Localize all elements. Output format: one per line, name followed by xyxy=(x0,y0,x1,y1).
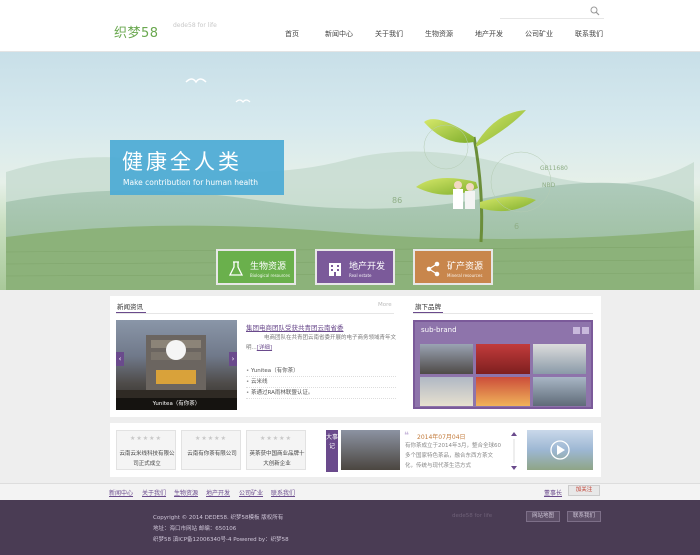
brand-section-title: 旗下品牌 xyxy=(415,303,441,311)
banner-subtitle: Make contribution for human health xyxy=(123,178,258,187)
sitemap-button[interactable]: 网站地图 xyxy=(526,511,561,522)
news-detail-link[interactable]: [详细] xyxy=(257,345,272,351)
brand-tile[interactable] xyxy=(532,376,586,406)
news-more-link[interactable]: More xyxy=(378,302,392,308)
contact-button[interactable]: 联系我们 xyxy=(567,511,602,522)
nav-realestate[interactable]: 地产开发 xyxy=(464,29,514,39)
nav-about[interactable]: 关于我们 xyxy=(364,29,414,39)
category-bio-sub: Biological resources xyxy=(250,273,290,278)
news-divider xyxy=(116,313,394,314)
building-photo xyxy=(116,335,237,410)
brand-box-title: sub-brand xyxy=(421,326,457,334)
category-mineral-button[interactable]: 矿产资源 Mineral resources xyxy=(413,249,493,285)
category-realestate-label: 地产开发 xyxy=(349,262,386,272)
search-icon[interactable] xyxy=(590,6,600,16)
site-logo[interactable]: 织梦58 xyxy=(114,22,159,41)
brand-tile[interactable] xyxy=(532,344,586,374)
category-bio-label: 生物资源 xyxy=(250,262,287,272)
event-scroll-control[interactable] xyxy=(511,431,517,471)
footer-icp: 织梦58 滇ICP备12006340号-4 Powered by：织梦58 xyxy=(153,537,289,543)
footer-link-news[interactable]: 新闻中心 xyxy=(109,488,133,497)
news-photo[interactable] xyxy=(116,320,237,410)
quote-icon: ❝ xyxy=(404,431,409,441)
banner-label-6: 6 xyxy=(514,222,520,231)
nav-mining[interactable]: 公司矿业 xyxy=(514,29,564,39)
event-thumbnail[interactable] xyxy=(527,430,593,470)
partner-card[interactable]: ★★★★★ 云南云米线科技有限公司正式成立 xyxy=(116,430,176,470)
events-tag: 大事记 xyxy=(326,430,338,472)
brand-carousel: sub-brand xyxy=(413,320,593,409)
event-photo[interactable] xyxy=(341,430,400,470)
nav-bio[interactable]: 生物资源 xyxy=(414,29,464,39)
flask-icon xyxy=(228,261,244,276)
brand-prev-button[interactable] xyxy=(573,327,580,334)
rating-stars: ★★★★★ xyxy=(260,435,292,442)
nav-contact[interactable]: 联系我们 xyxy=(564,29,614,39)
nav-home[interactable]: 首页 xyxy=(270,29,314,39)
chairman-link[interactable]: 董事长 xyxy=(544,488,562,497)
brand-grid xyxy=(420,344,586,406)
footer-link-realestate[interactable]: 地产开发 xyxy=(206,488,230,497)
brand-tile[interactable] xyxy=(476,344,530,374)
news-list-item[interactable]: 茶通过RA雨林联盟认证。 xyxy=(246,388,396,399)
photo-prev-button[interactable]: ‹ xyxy=(116,352,124,366)
brand-tile[interactable] xyxy=(420,344,474,374)
banner-label-86: 86 xyxy=(392,196,403,205)
news-summary: 电商团队在共青团云南省委开展的电子商务领域青年文明...[详细] xyxy=(246,333,396,353)
logo-tagline: dede58 for life xyxy=(173,22,217,29)
site-header: 织梦58 dede58 for life 首页 新闻中心 关于我们 生物资源 地… xyxy=(0,0,700,52)
building-icon xyxy=(329,263,341,276)
nav-news[interactable]: 新闻中心 xyxy=(314,29,364,39)
photo-next-button[interactable]: › xyxy=(229,352,237,366)
banner-label-gb: GB11680 xyxy=(540,165,568,172)
footer-link-about[interactable]: 关于我们 xyxy=(142,488,166,497)
play-icon xyxy=(550,440,570,460)
brand-tile[interactable] xyxy=(476,376,530,406)
search-input[interactable] xyxy=(500,5,604,19)
share-icon xyxy=(426,261,440,277)
site-footer xyxy=(0,500,700,555)
footer-link-contact[interactable]: 联系我们 xyxy=(271,488,295,497)
news-list: Yunitea（有你茶） 云米线 茶通过RA雨林联盟认证。 xyxy=(246,366,396,399)
event-text: 有你茶成立于2014年3月，整合全球60多个国家特色茶品，融合东西方茶文化，传统… xyxy=(405,443,501,469)
footer-copyright: Copyright © 2014 DEDE58. 织梦58模板 版权所有 xyxy=(153,515,284,521)
main-nav: 首页 新闻中心 关于我们 生物资源 地产开发 公司矿业 联系我们 xyxy=(270,29,614,39)
partner-text: 云南有你茶有限公司 xyxy=(187,451,237,457)
news-headline[interactable]: 集团电商团队受获共青团云南省委 xyxy=(246,322,344,332)
footer-link-bio[interactable]: 生物资源 xyxy=(174,488,198,497)
footer-address: 地址：海口市网站 邮编：650106 xyxy=(153,526,237,532)
category-mineral-sub: Mineral resources xyxy=(447,273,483,278)
news-list-item[interactable]: 云米线 xyxy=(246,377,396,388)
banner-title: 健康全人类 xyxy=(122,150,242,174)
brand-tile[interactable] xyxy=(420,376,474,406)
event-date: 2014年07月04日 xyxy=(417,434,466,441)
rating-stars: ★★★★★ xyxy=(195,435,227,442)
news-list-item[interactable]: Yunitea（有你茶） xyxy=(246,366,396,377)
footer-link-mining[interactable]: 公司矿业 xyxy=(239,488,263,497)
category-bio-button[interactable]: 生物资源 Biological resources xyxy=(216,249,296,285)
hero-banner: GB11680 NBD 86 6 健康全人类 Make contribution… xyxy=(0,52,700,290)
partner-text: 云南云米线科技有限公司正式成立 xyxy=(119,451,175,467)
news-section-title: 新闻资讯 xyxy=(117,303,143,311)
follow-weibo-button[interactable]: 加关注 xyxy=(568,485,600,496)
banner-label-nbd: NBD xyxy=(542,182,556,189)
footer-brand: dede58 for life xyxy=(452,513,493,519)
banner-slogan: 健康全人类 Make contribution for human health xyxy=(110,140,284,195)
category-mineral-label: 矿产资源 xyxy=(447,262,484,272)
rating-stars: ★★★★★ xyxy=(130,435,162,442)
partner-card[interactable]: ★★★★★ 英茶获中国商业品牌十大创新企业 xyxy=(246,430,306,470)
category-realestate-button[interactable]: 地产开发 Real estate xyxy=(315,249,395,285)
partner-text: 英茶获中国商业品牌十大创新企业 xyxy=(249,451,305,467)
brand-next-button[interactable] xyxy=(582,327,589,334)
photo-caption: Yunitea（有你茶） xyxy=(116,398,237,410)
category-realestate-sub: Real estate xyxy=(349,273,372,278)
brand-divider xyxy=(413,313,593,314)
partner-card[interactable]: ★★★★★ 云南有你茶有限公司 xyxy=(181,430,241,470)
